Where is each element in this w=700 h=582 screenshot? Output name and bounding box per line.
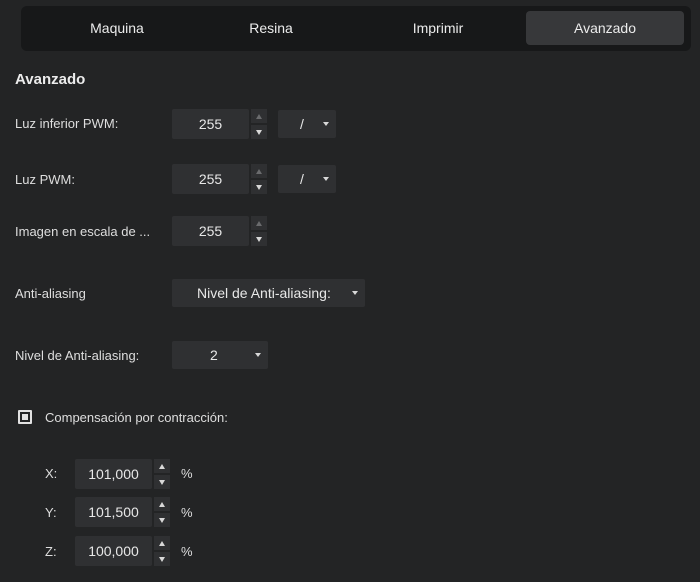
grayscale-input[interactable]: 255 [172,216,249,246]
advanced-settings-panel: Maquina Resina Imprimir Avanzado Avanzad… [0,0,700,582]
bottom-pwm-spinner [251,109,267,139]
tab-bar: Maquina Resina Imprimir Avanzado [21,6,691,51]
aa-level-label: Nivel de Anti-aliasing: [15,348,140,363]
shrink-x-unit: % [181,466,193,481]
chevron-down-icon [323,122,329,126]
shrink-y-spinner [154,497,170,527]
shrink-compensation-label: Compensación por contracción: [45,410,228,425]
section-title: Avanzado [15,71,86,88]
spin-up-icon[interactable] [251,216,267,230]
aa-level-select[interactable]: 2 [172,341,268,369]
spin-down-icon[interactable] [154,552,170,566]
spin-down-icon[interactable] [251,232,267,246]
anti-aliasing-select[interactable]: Nivel de Anti-aliasing: [172,279,365,307]
pwm-unit-select[interactable]: / [278,165,336,193]
shrink-x-input[interactable]: 101,000 [75,459,152,489]
spin-up-icon[interactable] [154,497,170,511]
shrink-z-unit: % [181,544,193,559]
checkbox-checked-icon [22,414,28,420]
bottom-pwm-input[interactable]: 255 [172,109,249,139]
shrink-z-input[interactable]: 100,000 [75,536,152,566]
grayscale-label: Imagen en escala de ... [15,224,151,239]
aa-level-value: 2 [210,347,218,363]
tab-avanzado[interactable]: Avanzado [526,11,684,45]
spin-down-icon[interactable] [251,180,267,194]
spin-up-icon[interactable] [251,164,267,178]
chevron-down-icon [352,291,358,295]
spin-up-icon[interactable] [154,536,170,550]
anti-aliasing-label: Anti-aliasing [15,286,86,301]
pwm-unit-value: / [300,171,304,187]
tab-imprimir[interactable]: Imprimir [359,11,517,45]
anti-aliasing-value: Nivel de Anti-aliasing: [197,285,331,301]
shrink-y-input[interactable]: 101,500 [75,497,152,527]
shrink-y-unit: % [181,505,193,520]
grayscale-spinner [251,216,267,246]
shrink-z-spinner [154,536,170,566]
pwm-label: Luz PWM: [15,172,75,187]
bottom-pwm-label: Luz inferior PWM: [15,116,119,131]
shrink-x-spinner [154,459,170,489]
spin-up-icon[interactable] [154,459,170,473]
shrink-x-label: X: [45,466,58,481]
bottom-pwm-unit-select[interactable]: / [278,110,336,138]
pwm-input[interactable]: 255 [172,164,249,194]
bottom-pwm-unit-value: / [300,116,304,132]
spin-down-icon[interactable] [154,513,170,527]
shrink-z-label: Z: [45,544,57,559]
chevron-down-icon [255,353,261,357]
chevron-down-icon [323,177,329,181]
spin-down-icon[interactable] [154,475,170,489]
spin-up-icon[interactable] [251,109,267,123]
tab-maquina[interactable]: Maquina [38,11,196,45]
pwm-spinner [251,164,267,194]
shrink-compensation-checkbox[interactable] [18,410,32,424]
tab-resina[interactable]: Resina [192,11,350,45]
spin-down-icon[interactable] [251,125,267,139]
shrink-y-label: Y: [45,505,57,520]
